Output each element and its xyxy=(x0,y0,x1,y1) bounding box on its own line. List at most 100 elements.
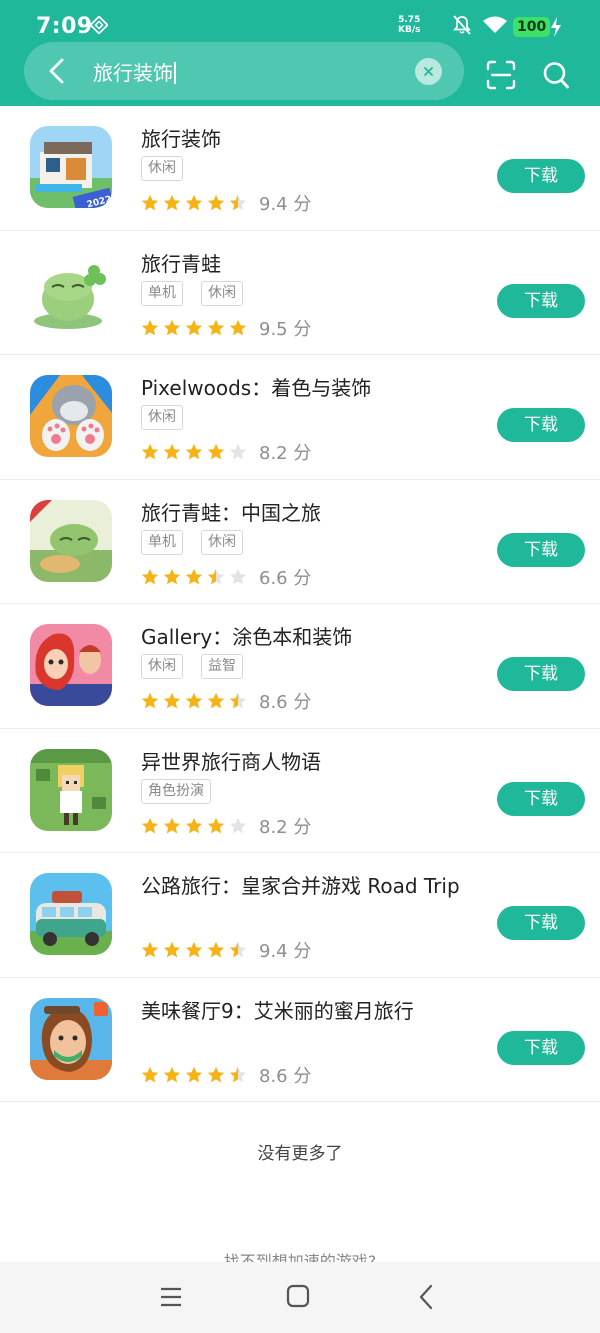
app-item[interactable]: Gallery：涂色本和装饰 休闲 益智 8.6 分 下载 xyxy=(0,604,600,729)
star-icon xyxy=(141,319,159,335)
app-item[interactable]: Pixelwoods：着色与装饰 休闲 8.2 分 下载 xyxy=(0,355,600,480)
home-icon[interactable] xyxy=(286,1284,310,1308)
tag: 休闲 xyxy=(201,280,243,306)
star-icon xyxy=(207,1066,225,1082)
rating: 9.5 分 xyxy=(141,315,311,341)
star-icon xyxy=(141,568,159,584)
app-item[interactable]: 美味餐厅9：艾米丽的蜜月旅行 8.6 分 下载 xyxy=(0,978,600,1102)
search-box[interactable]: 旅行装饰 xyxy=(24,42,464,100)
app-icon-gallery[interactable] xyxy=(30,624,112,706)
tag-list: 角色扮演 xyxy=(141,778,211,804)
app-item[interactable]: 2022 旅行装饰 休闲 9.4 分 下载 xyxy=(0,106,600,231)
battery-level: 100 xyxy=(513,17,551,37)
score: 8.6 分 xyxy=(259,692,312,713)
star-icon xyxy=(141,443,159,460)
star-icon xyxy=(141,817,159,833)
app-icon-travel-decor[interactable]: 2022 xyxy=(30,126,112,208)
star-icon xyxy=(207,194,225,211)
download-button[interactable]: 下载 xyxy=(497,781,585,816)
scan-icon[interactable] xyxy=(486,60,516,90)
system-nav-bar xyxy=(0,1262,600,1333)
star-rating xyxy=(141,817,247,835)
app-name[interactable]: 旅行装饰 xyxy=(141,123,221,152)
star-icon xyxy=(163,817,181,833)
star-icon xyxy=(163,194,181,211)
app-icon-delicious-9[interactable] xyxy=(30,997,112,1080)
app-name[interactable]: 美味餐厅9：艾米丽的蜜月旅行 xyxy=(141,995,414,1024)
tag-list: 休闲 xyxy=(141,405,183,430)
charging-icon xyxy=(551,17,561,37)
app-name[interactable]: Gallery：涂色本和装饰 xyxy=(141,621,352,650)
app-name[interactable]: 旅行青蛙 xyxy=(141,248,221,277)
app-icon-travel-frog[interactable] xyxy=(30,250,112,333)
app-item[interactable]: 旅行青蛙：中国之旅 单机 休闲 6.6 分 下载 xyxy=(0,480,600,604)
app-icon-isekai-merchant[interactable] xyxy=(30,748,112,831)
text-caret xyxy=(174,62,176,84)
star-icon xyxy=(163,319,181,335)
rating: 8.6 分 xyxy=(141,1062,311,1088)
star-icon xyxy=(207,941,225,958)
star-icon xyxy=(163,1066,181,1082)
app-icon-pixelwoods[interactable] xyxy=(30,375,112,457)
star-icon xyxy=(229,568,247,584)
search-results-list: 2022 旅行装饰 休闲 9.4 分 下载 旅行青蛙 单机 休闲 9.5 分 下… xyxy=(0,106,600,1102)
download-button[interactable]: 下载 xyxy=(497,408,585,442)
net-speed-value: 5.75 xyxy=(398,15,421,25)
tag-list: 单机 休闲 xyxy=(141,280,243,306)
recent-apps-icon[interactable] xyxy=(159,1286,183,1308)
search-icon[interactable] xyxy=(542,60,570,90)
app-icon-travel-frog-china[interactable] xyxy=(30,499,112,582)
star-icon xyxy=(185,319,203,335)
star-rating xyxy=(141,443,247,461)
end-of-list-text: 没有更多了 xyxy=(257,1144,343,1164)
star-rating xyxy=(141,941,247,959)
search-input[interactable]: 旅行装饰 xyxy=(93,57,176,86)
star-icon xyxy=(141,194,159,211)
app-item[interactable]: 公路旅行：皇家合并游戏 Road Trip 9.4 分 下载 xyxy=(0,853,600,978)
app-name[interactable]: 公路旅行：皇家合并游戏 Road Trip xyxy=(141,870,460,899)
clear-icon[interactable] xyxy=(415,58,442,85)
app-item[interactable]: 旅行青蛙 单机 休闲 9.5 分 下载 xyxy=(0,231,600,355)
app-name[interactable]: 异世界旅行商人物语 xyxy=(141,746,321,775)
download-button[interactable]: 下载 xyxy=(497,532,585,567)
star-icon xyxy=(185,194,203,211)
download-button[interactable]: 下载 xyxy=(497,906,585,940)
star-icon xyxy=(163,443,181,460)
star-icon xyxy=(185,568,203,584)
download-button[interactable]: 下载 xyxy=(497,657,585,691)
rating: 6.6 分 xyxy=(141,564,311,590)
star-icon xyxy=(229,1066,247,1082)
app-name[interactable]: Pixelwoods：着色与装饰 xyxy=(141,372,371,401)
star-rating xyxy=(141,194,247,212)
tag: 休闲 xyxy=(201,529,243,555)
wifi-icon xyxy=(483,16,507,33)
nfc-icon xyxy=(90,16,108,34)
search-query: 旅行装饰 xyxy=(93,61,173,85)
tag: 休闲 xyxy=(141,405,183,430)
app-icon-road-trip[interactable] xyxy=(30,873,112,955)
star-icon xyxy=(185,817,203,833)
status-bar: 7:09 5.75 KB/s 100 xyxy=(0,0,600,44)
rating: 9.4 分 xyxy=(141,937,311,963)
rating: 8.6 分 xyxy=(141,688,311,714)
download-button[interactable]: 下载 xyxy=(497,1030,585,1065)
tag: 休闲 xyxy=(141,156,183,181)
back-arrow-icon[interactable] xyxy=(44,57,70,85)
back-icon[interactable] xyxy=(418,1284,434,1310)
mute-bell-icon xyxy=(453,15,471,35)
download-button[interactable]: 下载 xyxy=(497,283,585,318)
net-speed-unit: KB/s xyxy=(398,25,421,35)
star-rating xyxy=(141,1066,247,1084)
tag-list: 单机 休闲 xyxy=(141,529,243,555)
star-rating xyxy=(141,568,247,586)
star-icon xyxy=(207,817,225,833)
star-icon xyxy=(229,194,247,211)
tag-list: 休闲 xyxy=(141,156,183,181)
score: 8.6 分 xyxy=(259,1065,312,1087)
app-name[interactable]: 旅行青蛙：中国之旅 xyxy=(141,497,321,526)
score: 9.5 分 xyxy=(259,318,312,340)
star-icon xyxy=(185,443,203,460)
rating: 8.2 分 xyxy=(141,813,311,839)
download-button[interactable]: 下载 xyxy=(497,159,585,193)
app-item[interactable]: 异世界旅行商人物语 角色扮演 8.2 分 下载 xyxy=(0,729,600,853)
